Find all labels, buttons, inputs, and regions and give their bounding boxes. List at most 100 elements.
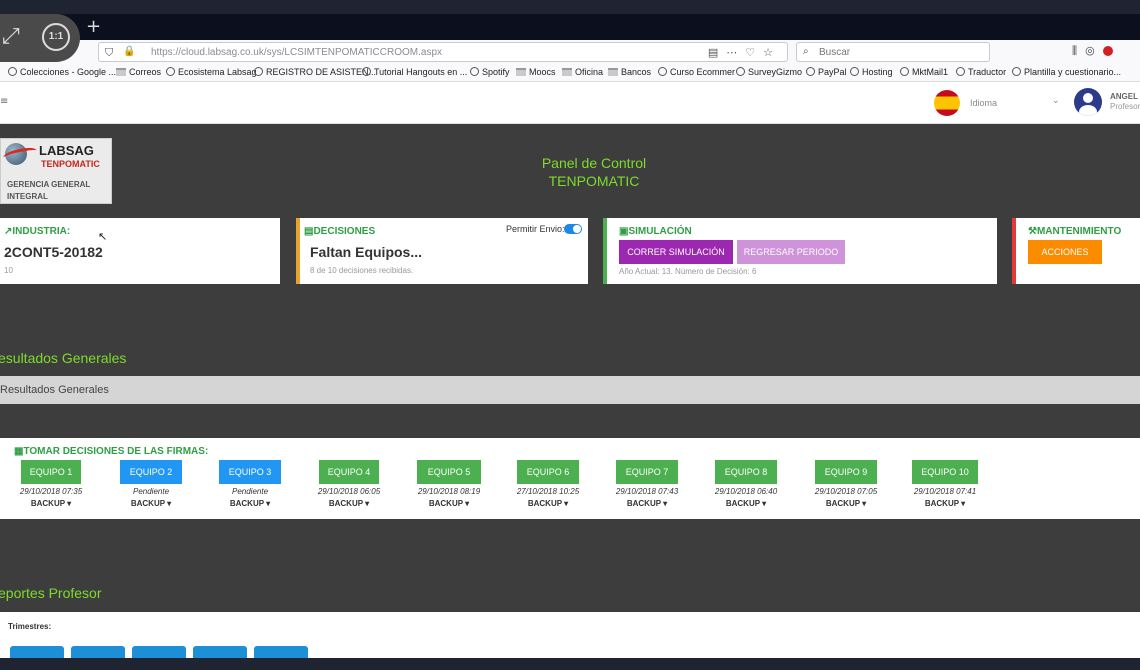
star-icon[interactable]: ☆ xyxy=(763,46,781,59)
backup-dropdown[interactable]: BACKUP ▾ xyxy=(205,499,295,508)
backup-dropdown[interactable]: BACKUP ▾ xyxy=(503,499,593,508)
team-button[interactable]: EQUIPO 7 xyxy=(616,460,678,484)
resultados-bar[interactable]: Resultados Generales xyxy=(0,376,1140,404)
backup-dropdown[interactable]: BACKUP ▾ xyxy=(602,499,692,508)
avatar[interactable] xyxy=(1074,88,1102,116)
team-button[interactable]: EQUIPO 3 xyxy=(219,460,281,484)
logo-line2: INTEGRAL xyxy=(7,192,48,201)
team-button[interactable]: EQUIPO 10 xyxy=(912,460,978,484)
url-bar[interactable]: ⛉ 🔒 https://cloud.labsag.co.uk/sys/LCSIM… xyxy=(98,42,788,62)
globe-icon xyxy=(254,67,263,76)
quarter-button[interactable] xyxy=(71,646,125,658)
bookmark-item[interactable]: Curso Ecommer xyxy=(658,67,735,77)
bookmark-item[interactable]: MktMail1 xyxy=(900,67,948,77)
globe-icon xyxy=(8,67,17,76)
sync-icon[interactable]: ◎ xyxy=(1085,44,1103,57)
logo-brand: LABSAG xyxy=(39,143,94,158)
bookmark-item[interactable]: Bancos xyxy=(608,67,651,77)
backup-dropdown[interactable]: BACKUP ▾ xyxy=(701,499,791,508)
team-button[interactable]: EQUIPO 2 xyxy=(120,460,182,484)
bookmark-item[interactable]: Correos xyxy=(116,67,161,77)
bookmark-item[interactable]: PayPal xyxy=(806,67,847,77)
backup-dropdown[interactable]: BACKUP ▾ xyxy=(304,499,394,508)
bookmark-item[interactable]: Plantilla y cuestionario... xyxy=(1012,67,1121,77)
backup-dropdown[interactable]: BACKUP ▾ xyxy=(6,499,96,508)
extension-icon[interactable] xyxy=(1102,46,1113,56)
backup-dropdown[interactable]: BACKUP ▾ xyxy=(900,499,990,508)
team-status: Pendiente xyxy=(132,487,170,496)
permitir-envio-toggle[interactable] xyxy=(564,224,582,234)
url-text[interactable]: https://cloud.labsag.co.uk/sys/LCSIMTENP… xyxy=(151,47,442,58)
quarter-button[interactable] xyxy=(132,646,186,658)
search-input[interactable] xyxy=(819,45,979,59)
bookmark-item[interactable]: Tutorial Hangouts en ... xyxy=(362,67,467,77)
team-status: 29/10/2018 06:40 xyxy=(714,487,778,496)
zoom-reset-icon[interactable]: 1:1 xyxy=(42,23,70,51)
team-button[interactable]: EQUIPO 6 xyxy=(517,460,579,484)
bookmark-item[interactable]: Traductor xyxy=(956,67,1006,77)
simulacion-note: Año Actual: 13. Número de Decisión: 6 xyxy=(619,267,757,276)
bookmark-item[interactable]: Colecciones - Google ... xyxy=(8,67,116,77)
viewer-controls: ⤢ 1:1 xyxy=(0,14,80,62)
shield-icon[interactable]: ⛉ xyxy=(105,46,113,60)
lock-icon[interactable]: 🔒 xyxy=(123,46,135,57)
team-item: EQUIPO 9 29/10/2018 07:05 BACKUP ▾ xyxy=(801,460,891,508)
team-button[interactable]: EQUIPO 5 xyxy=(417,460,481,484)
globe-icon xyxy=(1012,67,1021,76)
bookmark-item[interactable]: SurveyGizmo xyxy=(736,67,802,77)
caret-down-icon: ▾ xyxy=(462,499,470,508)
pocket-icon[interactable]: ♡ xyxy=(745,46,763,59)
bookmark-item[interactable]: Moocs xyxy=(516,67,556,77)
reader-icon[interactable]: ▤ xyxy=(708,46,726,59)
more-icon[interactable]: ⋯ xyxy=(726,46,745,59)
quarter-button[interactable] xyxy=(10,646,64,658)
regresar-periodo-button[interactable]: REGRESAR PERIODO xyxy=(737,240,845,264)
mantenimiento-title: ⚒MANTENIMIENTO xyxy=(1028,226,1122,237)
globe-icon xyxy=(956,67,965,76)
bookmark-item[interactable]: Hosting xyxy=(850,67,893,77)
fullscreen-icon[interactable]: ⤢ xyxy=(2,24,20,49)
bookmark-item[interactable]: Ecosistema Labsag xyxy=(166,67,257,77)
spain-flag-icon[interactable] xyxy=(934,90,960,116)
bookmark-item[interactable]: REGISTRO DE ASISTEN... xyxy=(254,67,376,77)
user-role: Profesor xyxy=(1110,102,1140,111)
caret-down-icon: ▾ xyxy=(660,499,668,508)
caret-down-icon: ▾ xyxy=(164,499,172,508)
backup-dropdown[interactable]: BACKUP ▾ xyxy=(106,499,196,508)
team-item: EQUIPO 8 29/10/2018 06:40 BACKUP ▾ xyxy=(701,460,791,508)
team-button[interactable]: EQUIPO 9 xyxy=(815,460,877,484)
decisiones-title: ▤DECISIONES xyxy=(304,226,376,237)
bookmark-item[interactable]: Spotify xyxy=(470,67,510,77)
library-icon[interactable]: ⫼ xyxy=(1072,44,1085,57)
window-top-strip xyxy=(0,0,1140,14)
quarter-button[interactable] xyxy=(193,646,247,658)
folder-icon xyxy=(516,68,526,76)
page-title-line2: TENPOMATIC xyxy=(548,173,640,189)
quarter-button[interactable] xyxy=(254,646,308,658)
team-item: EQUIPO 10 29/10/2018 07:41 BACKUP ▾ xyxy=(900,460,990,508)
correr-simulacion-button[interactable]: CORRER SIMULACIÓN xyxy=(619,240,733,264)
search-box[interactable]: ⌕ xyxy=(796,42,990,62)
team-button[interactable]: EQUIPO 1 xyxy=(21,460,81,484)
backup-dropdown[interactable]: BACKUP ▾ xyxy=(404,499,494,508)
backup-dropdown[interactable]: BACKUP ▾ xyxy=(801,499,891,508)
caret-down-icon: ▾ xyxy=(859,499,867,508)
team-button[interactable]: EQUIPO 4 xyxy=(319,460,379,484)
bookmark-item[interactable]: Oficina xyxy=(562,67,603,77)
new-tab-icon[interactable]: + xyxy=(86,16,101,37)
menu-icon[interactable]: ≡ xyxy=(0,96,8,107)
globe-icon xyxy=(806,67,815,76)
window-bottom-strip xyxy=(0,658,1140,670)
wrench-icon: ⚒ xyxy=(1028,226,1037,237)
resultados-bar-label: Resultados Generales xyxy=(0,384,109,396)
language-label[interactable]: Idioma xyxy=(970,98,997,108)
acciones-button[interactable]: ACCIONES xyxy=(1028,240,1102,264)
logo-sub: TENPOMATIC xyxy=(41,159,100,169)
caret-down-icon: ▾ xyxy=(759,499,767,508)
chevron-down-icon[interactable]: ⌄ xyxy=(1052,96,1060,106)
folder-icon xyxy=(116,68,126,76)
team-button[interactable]: EQUIPO 8 xyxy=(715,460,777,484)
decisiones-sub: 8 de 10 decisiones recibidas. xyxy=(310,266,414,275)
team-status: 29/10/2018 06:05 xyxy=(317,487,381,496)
team-item: EQUIPO 5 29/10/2018 08:19 BACKUP ▾ xyxy=(404,460,494,508)
